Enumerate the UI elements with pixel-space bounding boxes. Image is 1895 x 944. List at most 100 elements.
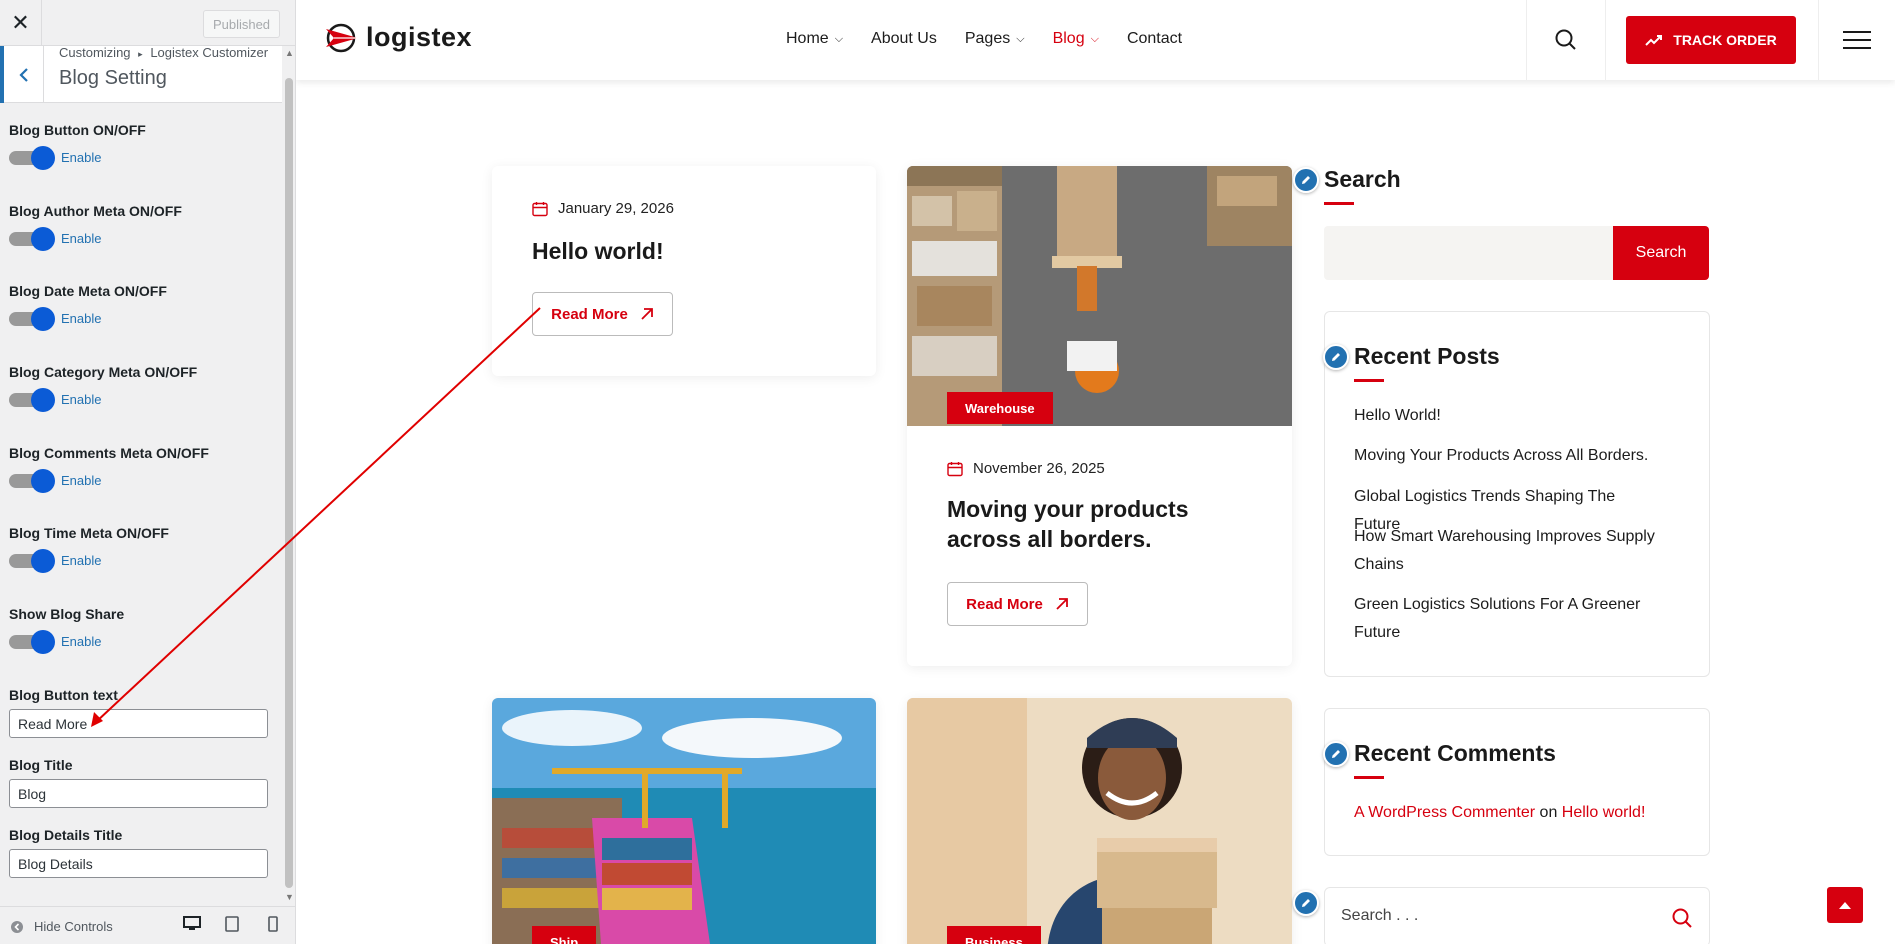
comment-author-link[interactable]: A WordPress Commenter [1354,804,1535,821]
control-label: Blog Author Meta ON/OFF [9,203,182,219]
post-date-text: January 29, 2026 [558,200,674,217]
control-label: Blog Button text [9,687,118,703]
courier-image[interactable] [907,698,1292,944]
control-blog-author-meta: Blog Author Meta ON/OFF Enable [9,203,182,251]
search-widget-2: Search . . . [1324,887,1710,944]
toggle-blog-author-meta[interactable]: Enable [9,226,102,251]
read-more-label: Read More [966,595,1043,613]
control-label: Blog Comments Meta ON/OFF [9,445,209,461]
nav-label: Pages [964,30,1011,47]
toggle-state: Enable [61,311,102,326]
track-order-label: TRACK ORDER [1673,32,1777,48]
recent-comments-title: Recent Comments [1354,740,1556,766]
read-more-button[interactable]: Read More [947,582,1088,626]
toggle-blog-date-meta[interactable]: Enable [9,306,102,331]
breadcrumb: Customizing ▸ Logistex Customizer [59,46,268,61]
toggle-blog-comments-meta[interactable]: Enable [9,468,102,493]
edit-shortcut-icon[interactable] [1293,890,1319,916]
search-icon [1555,29,1576,50]
control-blog-title: Blog Title Blog [9,757,268,808]
calendar-icon [947,461,963,476]
ship-image[interactable] [492,698,876,944]
header-search-button[interactable] [1526,0,1606,80]
blog-title-input[interactable]: Blog [9,779,268,808]
post-title[interactable]: Hello world! [532,236,664,266]
tablet-preview-icon[interactable] [225,916,239,937]
blog-button-text-input[interactable]: Read More [9,709,268,738]
published-button[interactable]: Published [203,10,280,38]
control-blog-button: Blog Button ON/OFF Enable [9,122,146,170]
post-card-business: Business [907,698,1292,944]
read-more-button[interactable]: Read More [532,292,673,336]
category-badge[interactable]: Business [947,926,1041,944]
post-date: November 26, 2025 [947,460,1105,477]
recent-post-link[interactable]: Future [1354,619,1664,647]
sidebar-search-button[interactable]: Search [1613,226,1709,280]
edit-shortcut-icon[interactable] [1323,741,1349,767]
edit-shortcut-icon[interactable] [1293,167,1319,193]
control-blog-time-meta: Blog Time Meta ON/OFF Enable [9,525,169,573]
back-to-top-button[interactable] [1827,887,1863,923]
nav-pages[interactable]: Pages ⌵ [965,30,1025,48]
category-badge[interactable]: Ship [532,926,597,944]
arrow-up-right-icon [641,308,653,320]
recent-comment: A WordPress Commenter on Hello world! [1354,799,1664,827]
mobile-preview-icon[interactable] [268,916,278,937]
blog-details-title-input[interactable]: Blog Details [9,849,268,878]
chevron-left-icon [18,67,28,82]
post-title[interactable]: Moving your products across all borders. [947,494,1189,554]
nav-blog[interactable]: Blog ⌵ [1053,30,1099,48]
breadcrumb-sep: ▸ [138,49,143,59]
nav-label: About Us [871,30,937,47]
comment-post-link[interactable]: Hello world! [1562,804,1646,821]
search-icon[interactable] [1671,907,1693,929]
control-label: Blog Date Meta ON/OFF [9,283,167,299]
category-badge[interactable]: Warehouse [947,392,1053,424]
recent-post-link[interactable]: Moving Your Products Across All Borders. [1354,442,1664,470]
breadcrumb-root: Customizing [59,45,131,60]
toggle-blog-button[interactable]: Enable [9,145,101,170]
nav-contact[interactable]: Contact [1127,30,1182,48]
post-card-hello-world: January 29, 2026 Hello world! Read More [492,166,876,376]
control-label: Blog Button ON/OFF [9,122,146,138]
customizer-scrollbar[interactable]: ▲ ▼ [284,46,294,906]
desktop-preview-icon[interactable] [183,916,201,937]
sidebar-search-input[interactable] [1324,226,1614,280]
control-label: Blog Category Meta ON/OFF [9,364,198,380]
back-button[interactable] [0,46,44,103]
comment-on-text: on [1539,804,1558,821]
recent-post-link[interactable]: How Smart Warehousing Improves Supply [1354,523,1664,551]
search2-input[interactable]: Search . . . [1341,907,1418,925]
logo-text: logistex [366,22,473,52]
post-title-line: across all borders. [947,526,1152,552]
post-title-line: Moving your products [947,496,1189,522]
site-logo[interactable]: logistex [324,22,472,53]
toggle-state: Enable [61,553,102,568]
edit-shortcut-icon[interactable] [1323,344,1349,370]
customizer-footer: Hide Controls [0,906,295,944]
control-blog-date-meta: Blog Date Meta ON/OFF Enable [9,283,167,331]
hide-controls-button[interactable]: Hide Controls [10,919,113,934]
recent-post-link[interactable]: Green Logistics Solutions For A Greener [1354,591,1664,619]
close-icon[interactable]: ✕ [0,0,42,46]
section-header: Customizing ▸ Logistex Customizer Blog S… [0,46,282,103]
toggle-blog-time-meta[interactable]: Enable [9,548,102,573]
toggle-show-blog-share[interactable]: Enable [9,629,101,654]
post-date-text: November 26, 2025 [973,460,1105,477]
arrow-up-right-icon [1056,598,1068,610]
post-card-ship: Ship [492,698,876,944]
nav-home[interactable]: Home ⌵ [786,30,843,48]
post-card-moving-products: Warehouse November 26, 2025 Moving your … [907,166,1292,666]
calendar-icon [532,201,548,216]
toggle-state: Enable [61,473,102,488]
recent-post-link[interactable]: Hello World! [1354,402,1664,430]
recent-post-link[interactable]: Chains [1354,551,1664,579]
customizer-header: ✕ Published [0,0,295,46]
toggle-blog-category-meta[interactable]: Enable [9,387,102,412]
toggle-state: Enable [61,392,102,407]
nav-about-us[interactable]: About Us [871,30,937,48]
track-order-button[interactable]: TRACK ORDER [1626,16,1796,64]
toggle-state: Enable [61,231,102,246]
hamburger-menu-button[interactable] [1818,0,1895,80]
warehouse-image[interactable] [907,166,1292,426]
